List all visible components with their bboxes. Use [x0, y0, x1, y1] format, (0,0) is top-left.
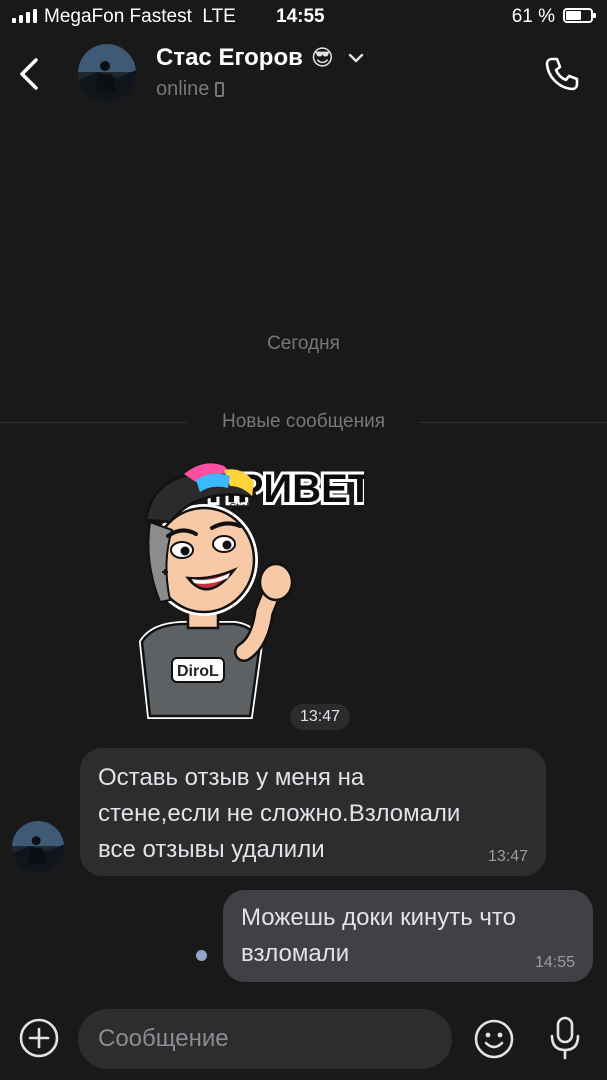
phone-icon — [545, 57, 579, 91]
contact-avatar[interactable] — [78, 44, 136, 102]
outgoing-message[interactable]: Можешь доки кинуть что взломали 14:55 — [223, 890, 593, 982]
incoming-message[interactable]: Оставь отзыв у меня на стене,если не сло… — [80, 748, 546, 876]
chevron-down-icon — [348, 53, 364, 63]
carrier-label: MegaFon Fastest LTE — [44, 6, 236, 27]
chevron-left-icon — [20, 58, 38, 90]
sticker-timestamp: 13:47 — [290, 704, 351, 730]
message-line: стене,если не сложно.Взломали — [98, 800, 461, 827]
contact-title[interactable]: Стас Егоров 😎 — [156, 44, 364, 72]
message-input[interactable] — [78, 1009, 452, 1069]
battery-percent: 61 % — [511, 6, 555, 27]
microphone-icon — [550, 1016, 580, 1060]
message-timestamp: 14:55 — [534, 954, 575, 971]
presence-status: online — [156, 78, 225, 101]
mobile-device-icon — [215, 82, 225, 97]
contact-name: Стас Егоров — [156, 44, 303, 71]
sticker-button[interactable] — [472, 1017, 516, 1061]
call-button[interactable] — [541, 54, 581, 94]
sender-avatar[interactable] — [12, 821, 64, 873]
signal-icon — [12, 9, 37, 23]
plus-circle-icon — [19, 1018, 59, 1058]
day-separator: Сегодня — [267, 333, 340, 354]
sticker-message[interactable]: ПРИВЕТ DiroL Stick — [84, 452, 375, 720]
back-button[interactable] — [14, 54, 48, 94]
status-emoji: 😎 — [310, 45, 334, 70]
attach-button[interactable] — [18, 1017, 60, 1059]
message-line: взломали — [241, 940, 350, 967]
smile-icon — [474, 1019, 514, 1059]
message-line: все отзывы удалили — [98, 836, 325, 863]
message-timestamp: 13:47 — [487, 848, 528, 865]
new-messages-divider-right — [419, 422, 607, 423]
status-time: 14:55 — [276, 6, 325, 27]
sticker-hair-text: Stick — [229, 502, 252, 513]
status-bar: MegaFon Fastest LTE 14:55 61 % — [0, 0, 607, 34]
unread-indicator — [196, 950, 207, 961]
microphone-button[interactable] — [544, 1014, 586, 1062]
battery-icon — [563, 8, 596, 23]
message-line: Можешь доки кинуть что — [241, 904, 516, 931]
message-line: Оставь отзыв у меня на — [98, 764, 365, 791]
sticker-shirt-text: DiroL — [177, 663, 219, 680]
message-composer[interactable] — [78, 1009, 452, 1069]
